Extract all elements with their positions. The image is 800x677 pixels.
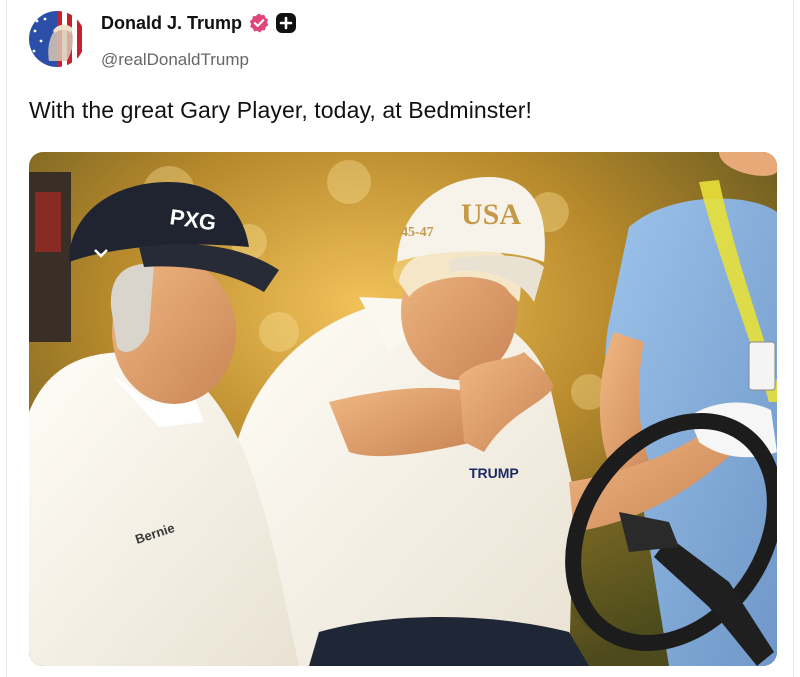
plus-badge-icon (276, 13, 297, 33)
flag-portrait-avatar-icon (29, 11, 85, 67)
verified-badge-icon (249, 13, 269, 33)
cap-usa-text: USA (461, 198, 521, 231)
post-image[interactable]: USA 45-47 TRUMP Bernie PXG (29, 152, 777, 666)
post-card: Donald J. Trump @realDonaldTrump With th… (6, 0, 794, 677)
avatar[interactable] (29, 11, 85, 67)
golf-cart-photo: USA 45-47 TRUMP Bernie PXG (29, 152, 777, 666)
cap-number-text: 45-47 (401, 225, 434, 240)
post-text: With the great Gary Player, today, at Be… (29, 97, 533, 123)
author-handle[interactable]: @realDonaldTrump (101, 50, 249, 70)
shirt-trump-logo: TRUMP (469, 465, 519, 481)
author-display-name[interactable]: Donald J. Trump (101, 13, 242, 34)
author-name-row: Donald J. Trump (101, 12, 297, 34)
